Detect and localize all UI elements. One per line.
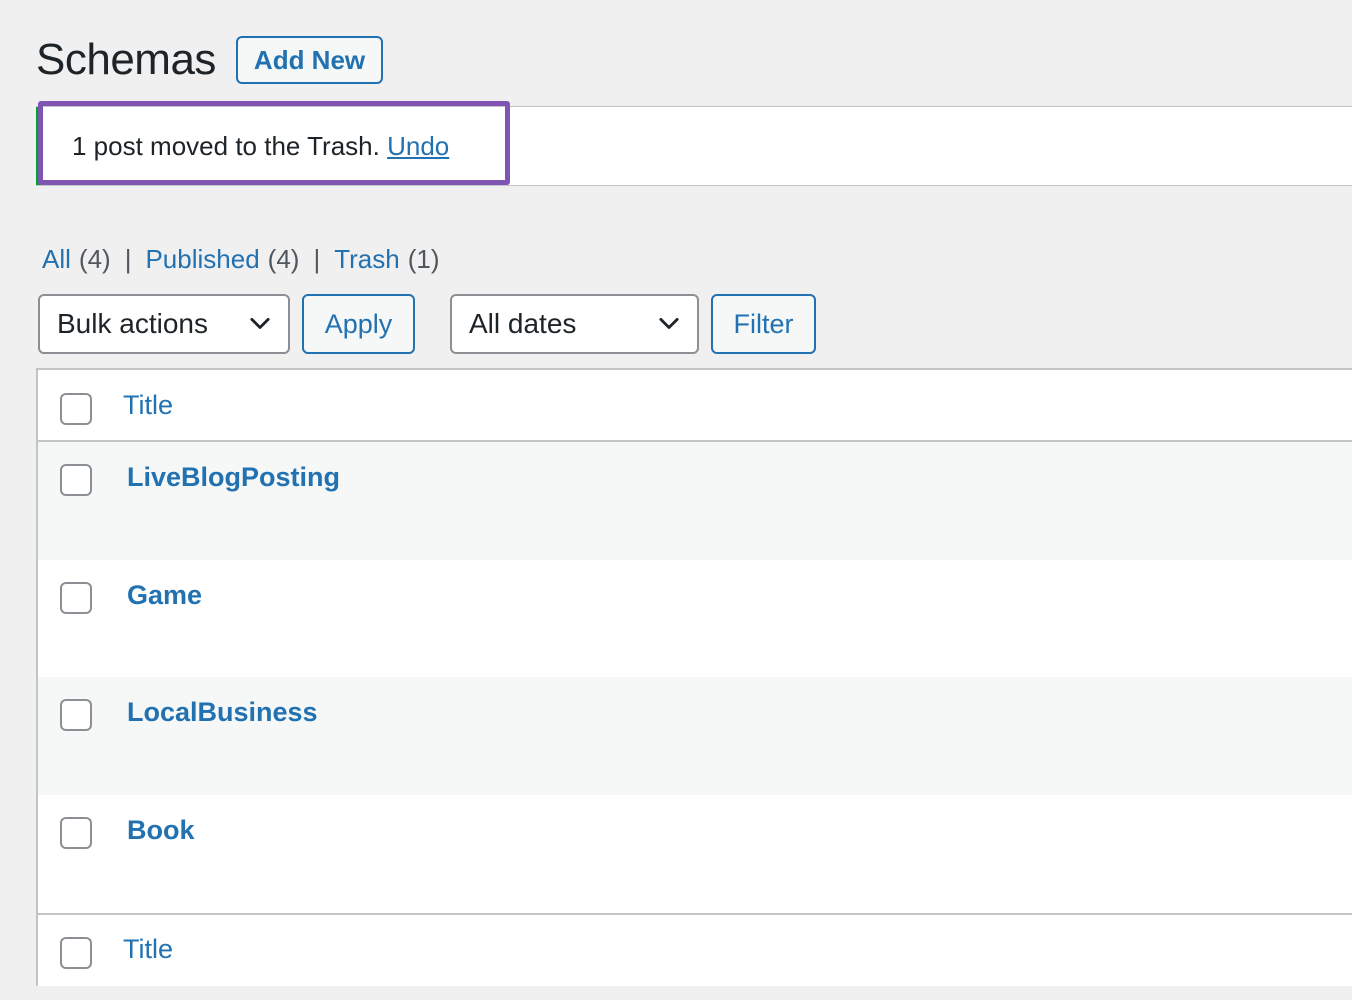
- bulk-actions-value: Bulk actions: [57, 308, 208, 339]
- date-filter-value: All dates: [469, 308, 577, 339]
- row-checkbox[interactable]: [60, 699, 92, 731]
- title-column-header[interactable]: Title: [123, 390, 173, 421]
- chevron-down-icon: [659, 317, 679, 329]
- view-published-count: (4): [267, 244, 300, 274]
- notice-message-line: 1 post moved to the Trash. Undo: [72, 128, 449, 164]
- schemas-table: Title LiveBlogPosting Game LocalBusiness…: [36, 368, 1352, 986]
- filter-button[interactable]: Filter: [711, 294, 816, 354]
- table-footer-row: Title: [38, 913, 1352, 986]
- view-separator: |: [124, 244, 132, 274]
- row-title-link[interactable]: Book: [127, 815, 195, 846]
- row-title-link[interactable]: LocalBusiness: [127, 697, 318, 728]
- chevron-down-icon: [250, 317, 270, 329]
- table-header-row: Title: [38, 370, 1352, 442]
- add-new-button[interactable]: Add New: [235, 36, 384, 84]
- undo-link[interactable]: Undo: [387, 131, 449, 161]
- table-row: LocalBusiness: [38, 677, 1352, 795]
- select-all-checkbox[interactable]: [60, 393, 92, 425]
- row-title-link[interactable]: LiveBlogPosting: [127, 462, 340, 493]
- view-trash-link[interactable]: Trash: [334, 242, 400, 276]
- view-separator: |: [313, 244, 321, 274]
- row-checkbox[interactable]: [60, 464, 92, 496]
- title-column-footer[interactable]: Title: [123, 934, 173, 965]
- table-row: Book: [38, 795, 1352, 913]
- view-filters: All (4) | Published (4) | Trash (1): [42, 242, 439, 276]
- table-row: Game: [38, 560, 1352, 678]
- row-checkbox[interactable]: [60, 817, 92, 849]
- notice-accent-bar: [36, 107, 40, 185]
- page-header: Schemas Add New: [36, 34, 384, 86]
- table-row: LiveBlogPosting: [38, 442, 1352, 560]
- page-title: Schemas: [36, 35, 216, 84]
- row-title-link[interactable]: Game: [127, 580, 202, 611]
- view-all-count: (4): [78, 244, 111, 274]
- view-trash-count: (1): [407, 244, 440, 274]
- view-all-link[interactable]: All: [42, 242, 71, 276]
- select-all-checkbox-footer[interactable]: [60, 937, 92, 969]
- view-published-link[interactable]: Published: [145, 242, 259, 276]
- notice-message: 1 post moved to the Trash.: [72, 131, 380, 161]
- row-checkbox[interactable]: [60, 582, 92, 614]
- bulk-actions-select[interactable]: Bulk actions: [38, 294, 290, 354]
- schemas-list-page: Schemas Add New 1 post moved to the Tras…: [0, 0, 1352, 1000]
- apply-button[interactable]: Apply: [302, 294, 415, 354]
- date-filter-select[interactable]: All dates: [450, 294, 699, 354]
